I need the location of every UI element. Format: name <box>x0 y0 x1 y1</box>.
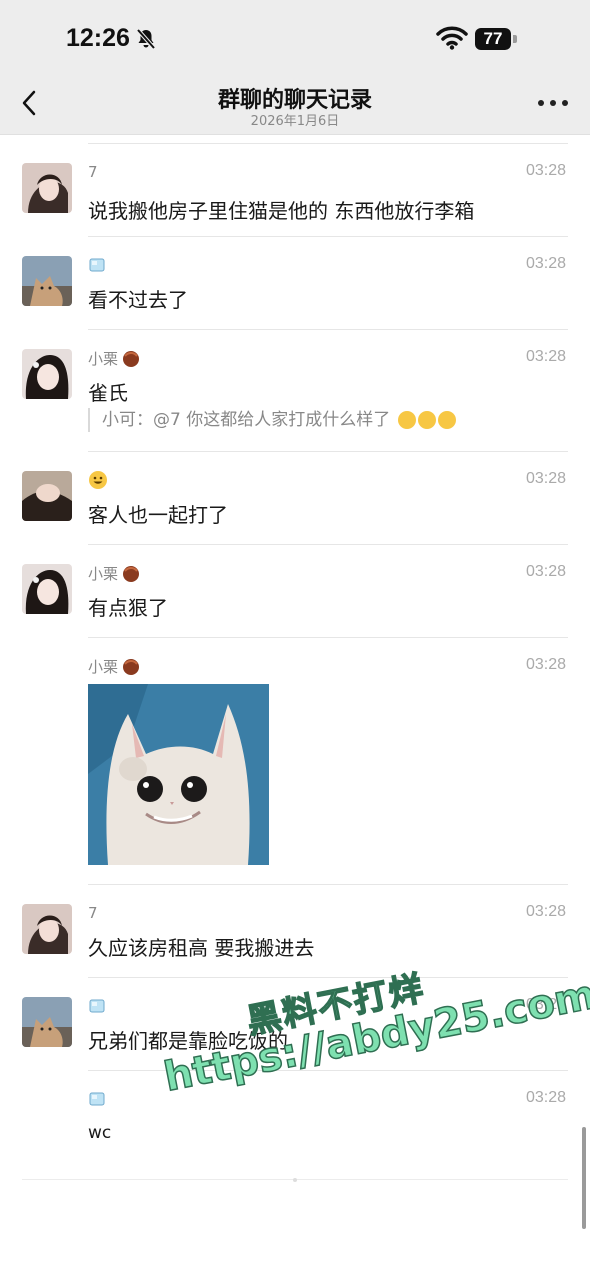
ice-cube-icon <box>89 1092 105 1106</box>
nav-bar: 群聊的聊天记录 2026年1月6日 <box>0 70 590 135</box>
message-time: 03:28 <box>525 1089 566 1106</box>
scrollbar[interactable] <box>582 1127 586 1229</box>
status-time: 12:26 <box>66 24 130 52</box>
avatar[interactable] <box>22 904 72 954</box>
wifi-icon <box>436 26 468 50</box>
ice-cube-icon <box>89 999 105 1013</box>
message-text: 客人也一起打了 <box>88 503 228 527</box>
message-time: 03:28 <box>525 563 566 580</box>
sender-name <box>88 469 111 491</box>
message-time: 03:28 <box>525 255 566 272</box>
sender-name: 小栗 <box>88 347 141 369</box>
sender-name: 小栗 <box>88 655 141 677</box>
chestnut-icon <box>123 659 140 675</box>
quoted-reply[interactable]: 小可：@7 你这都给人家打成什么样了 <box>88 408 456 432</box>
chat-history-list[interactable]: 7 03:28 说我搬他房子里住猫是他的 东西他放行李箱 03:28 看不过去了… <box>0 135 590 1280</box>
sender-name: 小栗 <box>88 562 141 584</box>
message-time: 03:28 <box>525 348 566 365</box>
message-time: 03:28 <box>525 656 566 673</box>
battery-icon: 77 <box>475 28 511 50</box>
end-dot <box>293 1178 297 1182</box>
message-text: 说我搬他房子里住猫是他的 东西他放行李箱 <box>88 199 475 223</box>
laugh-cry-icon <box>417 411 436 429</box>
divider <box>88 451 568 452</box>
message-time: 03:28 <box>525 162 566 179</box>
avatar[interactable] <box>22 349 72 399</box>
smiley-icon <box>89 471 107 489</box>
status-bar: 12:26 77 <box>0 0 590 70</box>
ice-cube-icon <box>89 258 105 272</box>
avatar[interactable] <box>22 256 72 306</box>
message-time: 03:28 <box>525 903 566 920</box>
sender-name <box>88 995 109 1017</box>
message-text: wc <box>88 1123 112 1143</box>
more-dots-icon[interactable] <box>538 100 568 108</box>
sender-name: 7 <box>88 904 98 922</box>
laugh-cry-icon <box>397 411 416 429</box>
divider <box>88 884 568 885</box>
divider <box>88 544 568 545</box>
cat-meme-image[interactable] <box>88 684 269 865</box>
laugh-cry-icon <box>437 411 456 429</box>
divider <box>88 143 568 144</box>
bell-muted-icon <box>136 28 156 50</box>
divider <box>88 637 568 638</box>
sender-name <box>88 1088 109 1110</box>
message-text: 雀氏 <box>88 381 128 405</box>
divider <box>88 329 568 330</box>
avatar[interactable] <box>22 997 72 1047</box>
chestnut-icon <box>123 566 140 582</box>
sender-name <box>88 254 109 276</box>
divider <box>88 236 568 237</box>
message-text: 看不过去了 <box>88 288 188 312</box>
sender-name: 7 <box>88 163 98 181</box>
avatar[interactable] <box>22 163 72 213</box>
battery-cap <box>513 35 517 43</box>
chestnut-icon <box>123 351 140 367</box>
page-subtitle: 2026年1月6日 <box>250 114 340 129</box>
avatar[interactable] <box>22 564 72 614</box>
message-time: 03:28 <box>525 470 566 487</box>
message-text: 有点狠了 <box>88 596 168 620</box>
message-text: 久应该房租高 要我搬进去 <box>88 936 315 960</box>
avatar[interactable] <box>22 471 72 521</box>
